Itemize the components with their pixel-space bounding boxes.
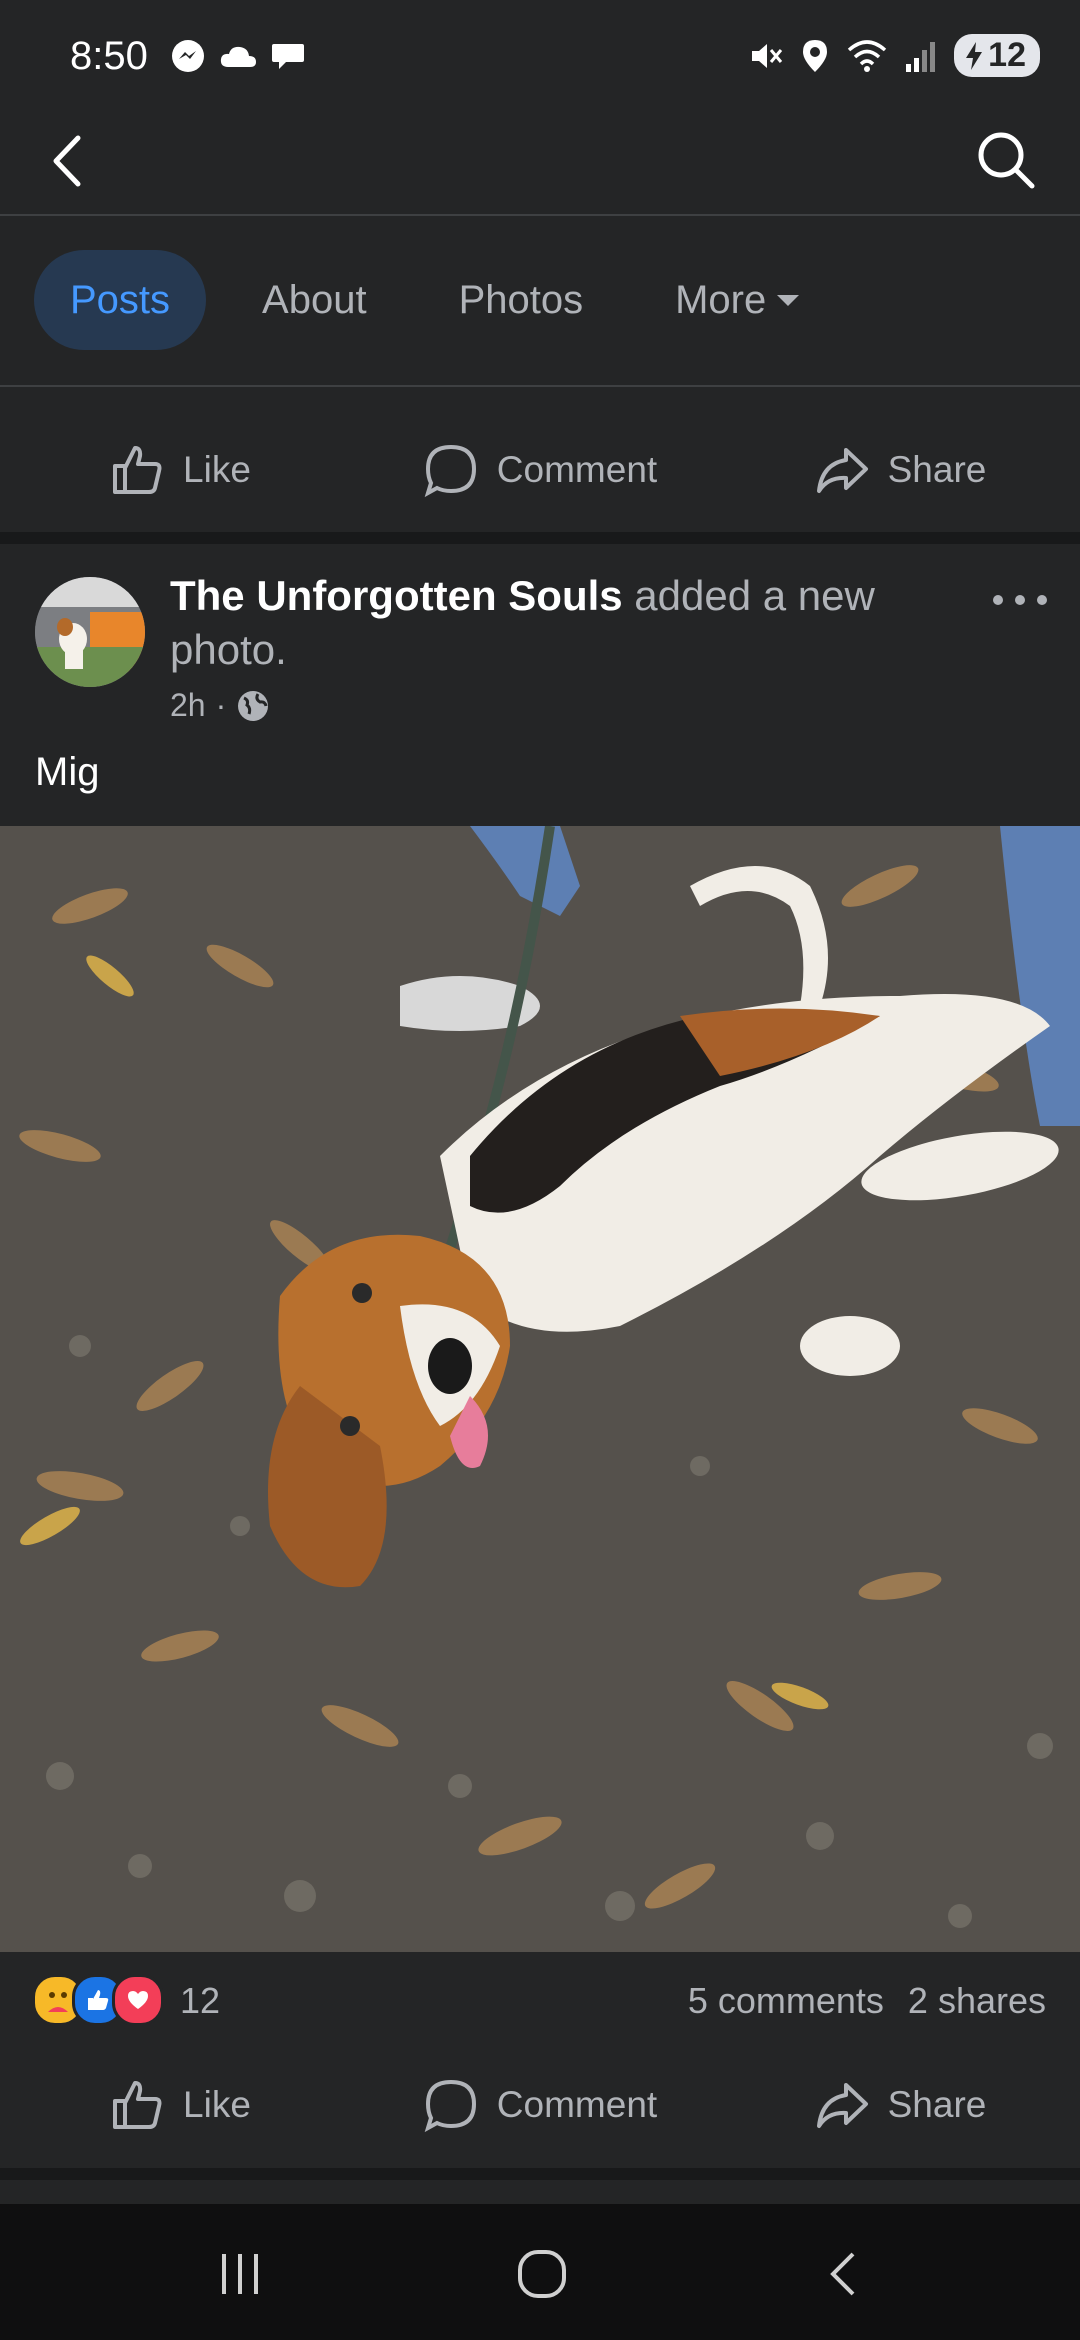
signal-icon	[906, 41, 936, 72]
shares-count[interactable]: 2 shares	[908, 1980, 1046, 2022]
post-share-button[interactable]: Share	[720, 2045, 1080, 2165]
system-navigation-bar	[0, 2204, 1080, 2340]
divider	[0, 214, 1080, 216]
battery-level: 12	[988, 36, 1026, 74]
tab-photos[interactable]: Photos	[423, 250, 620, 350]
thumbs-up-icon	[113, 446, 162, 494]
section-divider	[0, 2168, 1080, 2180]
post-caption: Mig	[35, 750, 100, 794]
home-icon[interactable]	[512, 2244, 572, 2304]
meta-separator: ·	[215, 687, 227, 723]
post-photo[interactable]	[0, 826, 1080, 1952]
wifi-icon	[848, 39, 887, 72]
share-arrow-icon	[816, 448, 868, 493]
messenger-icon	[172, 40, 204, 72]
top-navigation	[0, 120, 1080, 215]
status-bar: 8:50 12	[0, 0, 1080, 120]
avatar[interactable]	[35, 577, 145, 687]
reactions-summary[interactable]: 12 5 comments 2 shares	[0, 1960, 1080, 2040]
post-meta: 2h ·	[170, 687, 270, 724]
caret-down-icon	[777, 295, 800, 306]
dog-photo	[0, 826, 1080, 1952]
battery-indicator: 12	[954, 34, 1040, 77]
comment-bubble-icon	[424, 444, 476, 498]
engagement-counts: 5 comments 2 shares	[688, 1980, 1046, 2022]
post-comment-label: Comment	[496, 2084, 658, 2125]
thumbs-up-icon	[113, 2081, 162, 2129]
comments-count[interactable]: 5 comments	[688, 1980, 884, 2022]
share-arrow-icon	[816, 2083, 868, 2128]
post-like-label: Like	[183, 2084, 251, 2125]
more-options-icon[interactable]	[990, 585, 1050, 615]
like-button[interactable]: Like	[0, 410, 360, 530]
page-action-bar: Like Comment Share	[0, 410, 1080, 530]
author-name[interactable]: The Unforgotten Souls	[170, 572, 623, 619]
cloud-icon	[220, 46, 256, 67]
status-time: 8:50	[70, 34, 148, 78]
post-header: The Unforgotten Souls added a new photo.…	[0, 565, 1080, 745]
back-arrow-icon[interactable]	[42, 126, 92, 196]
post-like-button[interactable]: Like	[0, 2045, 360, 2165]
charging-bolt-icon	[966, 41, 983, 70]
reaction-icons	[32, 1974, 164, 2026]
post-time[interactable]: 2h	[170, 687, 206, 724]
location-icon	[803, 39, 828, 72]
post-title: The Unforgotten Souls added a new photo.	[170, 569, 930, 677]
search-icon[interactable]	[974, 128, 1038, 192]
post-action-bar: Like Comment Share	[0, 2045, 1080, 2165]
comment-bubble-icon	[424, 2079, 476, 2133]
avatar-image	[35, 577, 145, 687]
like-label: Like	[183, 449, 251, 490]
post-share-label: Share	[887, 2084, 987, 2125]
tab-posts[interactable]: Posts	[34, 250, 207, 350]
status-right-icons: 12	[748, 34, 1040, 77]
share-button[interactable]: Share	[720, 410, 1080, 530]
page-tabs: Posts About Photos More	[34, 250, 858, 350]
share-label: Share	[887, 449, 987, 490]
comment-label: Comment	[496, 449, 658, 490]
tab-more[interactable]: More	[639, 250, 838, 350]
love-reaction-icon	[112, 1974, 164, 2026]
globe-icon	[238, 690, 269, 721]
reaction-count: 12	[180, 1980, 221, 2021]
tab-more-label: More	[675, 277, 767, 322]
system-back-icon[interactable]	[815, 2244, 875, 2304]
section-divider	[0, 532, 1080, 544]
mute-icon	[752, 43, 783, 68]
post-comment-button[interactable]: Comment	[360, 2045, 720, 2165]
notification-icons	[170, 38, 306, 74]
comment-button[interactable]: Comment	[360, 410, 720, 530]
divider	[0, 385, 1080, 387]
tab-about[interactable]: About	[226, 250, 403, 350]
recent-apps-icon[interactable]	[210, 2244, 270, 2304]
chat-bubble-icon	[272, 44, 304, 69]
